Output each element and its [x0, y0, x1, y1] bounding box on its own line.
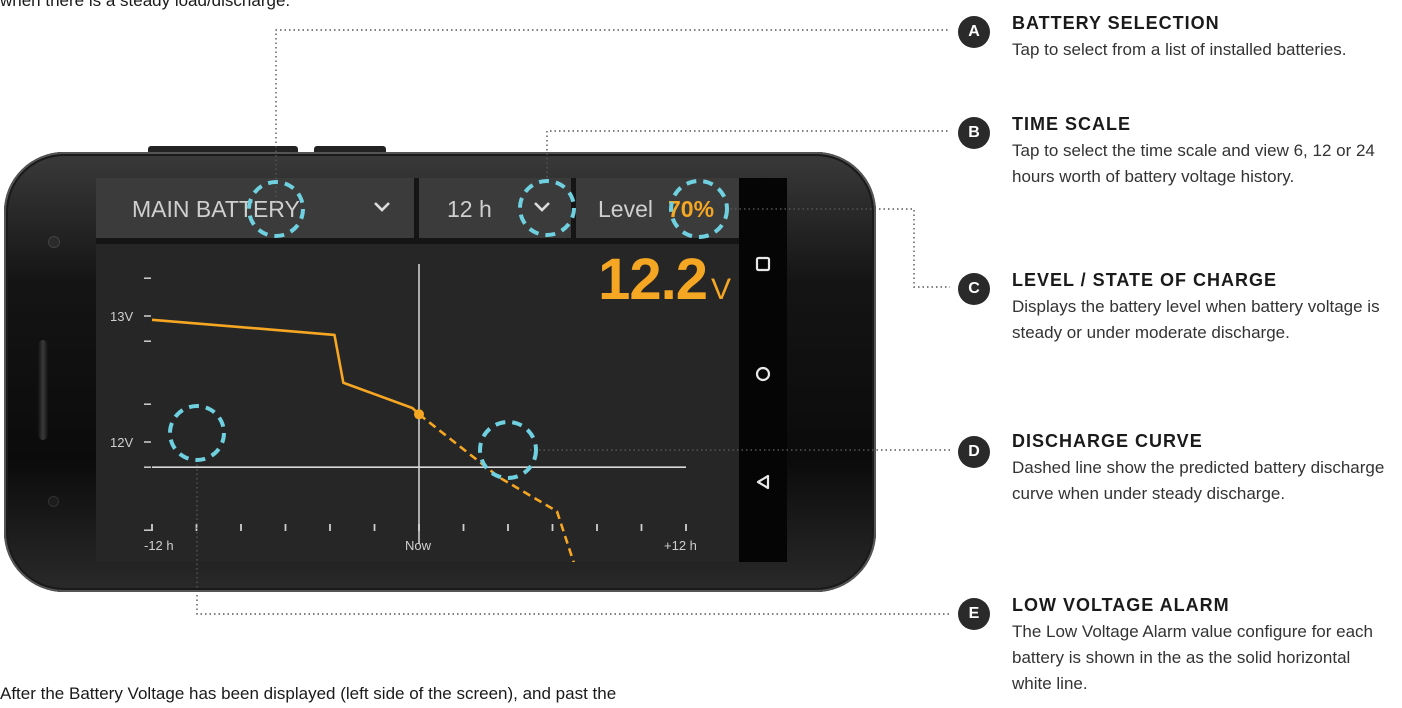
x-tick-label: -12 h	[144, 538, 174, 553]
annotation-desc: Displays the battery level when battery …	[1012, 297, 1380, 342]
annotation-desc: The Low Voltage Alarm value configure fo…	[1012, 622, 1373, 693]
badge-b: B	[958, 117, 990, 149]
voltage-chart: 14V13V12V11V-12 hNow+12 h 12.2V	[96, 244, 739, 562]
app-screen: MAIN BATTERY 12 h Level 70% 14V13V12V11V…	[96, 178, 739, 562]
battery-selector[interactable]: MAIN BATTERY	[96, 178, 414, 238]
y-tick-label: 12V	[110, 435, 133, 450]
annotation-desc: Tap to select the time scale and view 6,…	[1012, 141, 1375, 186]
y-tick-label: 11V	[110, 561, 132, 562]
square-icon[interactable]	[753, 254, 773, 274]
badge-a: A	[958, 16, 990, 48]
annotation-title: BATTERY SELECTION	[1012, 13, 1220, 33]
current-voltage-point	[414, 409, 424, 420]
intro-text-bottom: After the Battery Voltage has been displ…	[0, 684, 617, 703]
sensor-icon	[48, 496, 59, 507]
circle-icon[interactable]	[753, 364, 773, 384]
annotation-title: DISCHARGE CURVE	[1012, 431, 1203, 451]
annotation-title: TIME SCALE	[1012, 114, 1132, 134]
camera-icon	[48, 236, 60, 248]
annotation-title: LOW VOLTAGE ALARM	[1012, 595, 1230, 615]
badge-e: E	[958, 598, 990, 630]
badge-c: C	[958, 273, 990, 305]
triangle-back-icon[interactable]	[753, 472, 773, 492]
time-scale-label: 12 h	[447, 196, 492, 222]
annotation-desc: Tap to select from a list of installed b…	[1012, 40, 1347, 59]
level-value: 70%	[668, 196, 715, 222]
voltage-history-line	[151, 318, 420, 416]
intro-text-top: when there is a steady load/discharge.	[0, 0, 291, 10]
chevron-down-icon	[534, 202, 550, 212]
voltage-value: 12.2	[598, 247, 708, 312]
speaker-grille	[38, 340, 48, 440]
annotation-desc: Dashed line show the predicted battery d…	[1012, 458, 1385, 503]
top-bar: MAIN BATTERY 12 h Level 70%	[96, 178, 739, 238]
level-label: Level	[598, 196, 653, 222]
y-tick-label: 13V	[110, 309, 133, 324]
battery-selector-label: MAIN BATTERY	[132, 196, 300, 222]
android-nav-bar	[739, 178, 787, 562]
annotation-title: LEVEL / STATE OF CHARGE	[1012, 270, 1278, 290]
voltage-readout: 12.2 V	[598, 246, 731, 313]
x-tick-label: +12 h	[664, 538, 697, 553]
badge-d: D	[958, 436, 990, 468]
time-scale-selector[interactable]: 12 h	[419, 178, 571, 238]
voltage-unit: V	[710, 273, 731, 306]
predicted-discharge-curve	[418, 413, 575, 562]
level-display: Level 70%	[576, 178, 739, 238]
chevron-down-icon	[374, 202, 390, 212]
